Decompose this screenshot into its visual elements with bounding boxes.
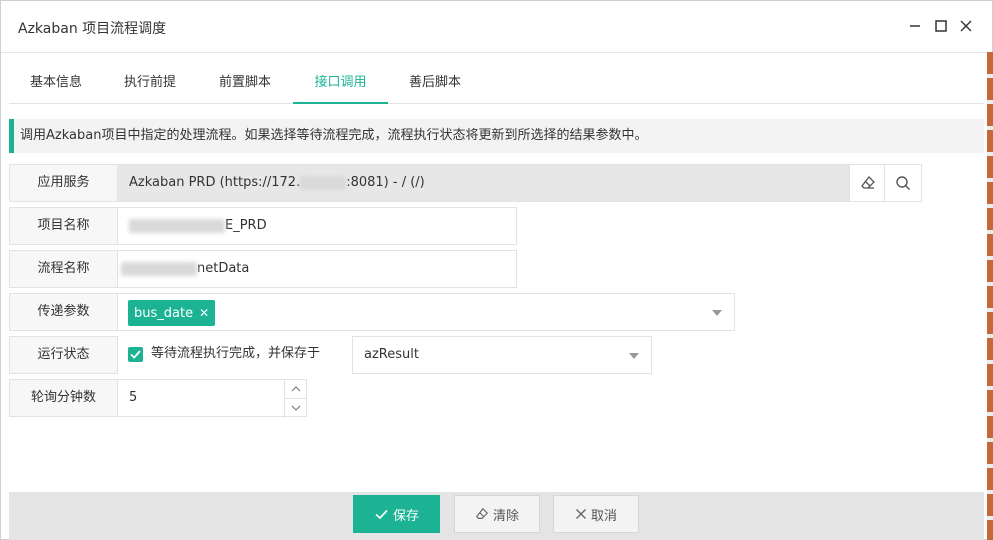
row-flow: 流程名称 netData xyxy=(9,250,517,288)
row-status: 运行状态 等待流程执行完成，并保存于 azResult xyxy=(9,336,652,374)
row-service: 应用服务 Azkaban PRD (https://172. :8081) - /… xyxy=(9,164,922,202)
tab-preconditions[interactable]: 执行前提 xyxy=(103,63,197,104)
service-label: 应用服务 xyxy=(9,164,118,202)
save-button-label: 保存 xyxy=(392,508,419,524)
result-param-select[interactable]: azResult xyxy=(352,336,652,374)
clear-button-label: 清除 xyxy=(492,508,519,524)
clear-service-button[interactable] xyxy=(849,164,887,202)
eraser-icon xyxy=(475,507,489,519)
project-input[interactable]: E_PRD xyxy=(117,207,517,245)
flow-label: 流程名称 xyxy=(9,250,118,288)
tab-basic-info[interactable]: 基本信息 xyxy=(9,63,103,104)
wait-complete-checkbox-wrap[interactable]: 等待流程执行完成，并保存于 xyxy=(117,336,353,374)
service-field[interactable]: Azkaban PRD (https://172. :8081) - / (/) xyxy=(117,164,850,202)
param-tag: bus_date ✕ xyxy=(128,300,216,326)
status-label: 运行状态 xyxy=(9,336,118,374)
poll-minutes-value: 5 xyxy=(129,390,138,405)
row-project: 项目名称 E_PRD xyxy=(9,207,517,245)
dialog-title: Azkaban 项目流程调度 xyxy=(18,21,167,37)
chevron-down-icon[interactable] xyxy=(712,310,722,316)
wait-complete-checkbox[interactable] xyxy=(128,347,143,362)
row-params: 传递参数 bus_date ✕ xyxy=(9,293,735,331)
poll-minutes-input[interactable]: 5 xyxy=(117,379,307,418)
service-value-prefix: Azkaban PRD (https://172. xyxy=(129,175,301,190)
close-icon xyxy=(575,509,586,519)
maximize-icon[interactable] xyxy=(931,16,951,36)
wait-complete-label: 等待流程执行完成，并保存于 xyxy=(151,346,321,361)
chevron-down-icon[interactable] xyxy=(629,353,639,359)
search-icon xyxy=(896,176,911,191)
result-param-value: azResult xyxy=(364,347,419,362)
flow-input[interactable]: netData xyxy=(117,250,517,288)
poll-label: 轮询分钟数 xyxy=(9,379,118,417)
eraser-icon xyxy=(861,176,875,189)
params-label: 传递参数 xyxy=(9,293,118,331)
param-tag-label: bus_date xyxy=(134,306,194,321)
redacted-project xyxy=(129,218,225,233)
footer-bar: 保存 清除 取消 xyxy=(9,492,984,540)
tab-api-call[interactable]: 接口调用 xyxy=(293,63,388,104)
save-button[interactable]: 保存 xyxy=(353,495,440,533)
background-window-strip xyxy=(987,52,993,540)
search-service-button[interactable] xyxy=(884,164,922,202)
dialog: Azkaban 项目流程调度 基本信息 执行前提 前置脚本 接口调用 善后脚本 … xyxy=(0,0,993,540)
check-icon xyxy=(130,350,141,359)
close-icon[interactable] xyxy=(956,16,976,36)
redacted-ip xyxy=(300,175,347,190)
tip-message: 调用Azkaban项目中指定的处理流程。如果选择等待流程完成，流程执行状态将更新… xyxy=(9,119,984,153)
cancel-button-label: 取消 xyxy=(590,508,617,524)
quantity-stepper[interactable] xyxy=(284,380,306,418)
flow-value-suffix: netData xyxy=(197,261,250,276)
row-poll: 轮询分钟数 5 xyxy=(9,379,307,418)
stepper-up-icon[interactable] xyxy=(285,380,306,398)
project-label: 项目名称 xyxy=(9,207,118,245)
service-value-suffix: :8081) - / (/) xyxy=(346,175,425,190)
params-select[interactable]: bus_date ✕ xyxy=(117,293,735,331)
tab-post-script[interactable]: 善后脚本 xyxy=(388,63,482,104)
redacted-flow xyxy=(121,261,197,276)
titlebar: Azkaban 项目流程调度 xyxy=(1,1,992,53)
project-value-suffix: E_PRD xyxy=(225,218,267,233)
minimize-icon[interactable] xyxy=(905,16,925,36)
stepper-down-icon[interactable] xyxy=(285,398,306,416)
cancel-button[interactable]: 取消 xyxy=(553,495,639,533)
tab-bar: 基本信息 执行前提 前置脚本 接口调用 善后脚本 xyxy=(9,63,984,104)
tab-pre-script[interactable]: 前置脚本 xyxy=(198,63,292,104)
check-icon xyxy=(375,509,388,519)
clear-button[interactable]: 清除 xyxy=(454,495,540,533)
remove-tag-icon[interactable]: ✕ xyxy=(199,306,209,320)
